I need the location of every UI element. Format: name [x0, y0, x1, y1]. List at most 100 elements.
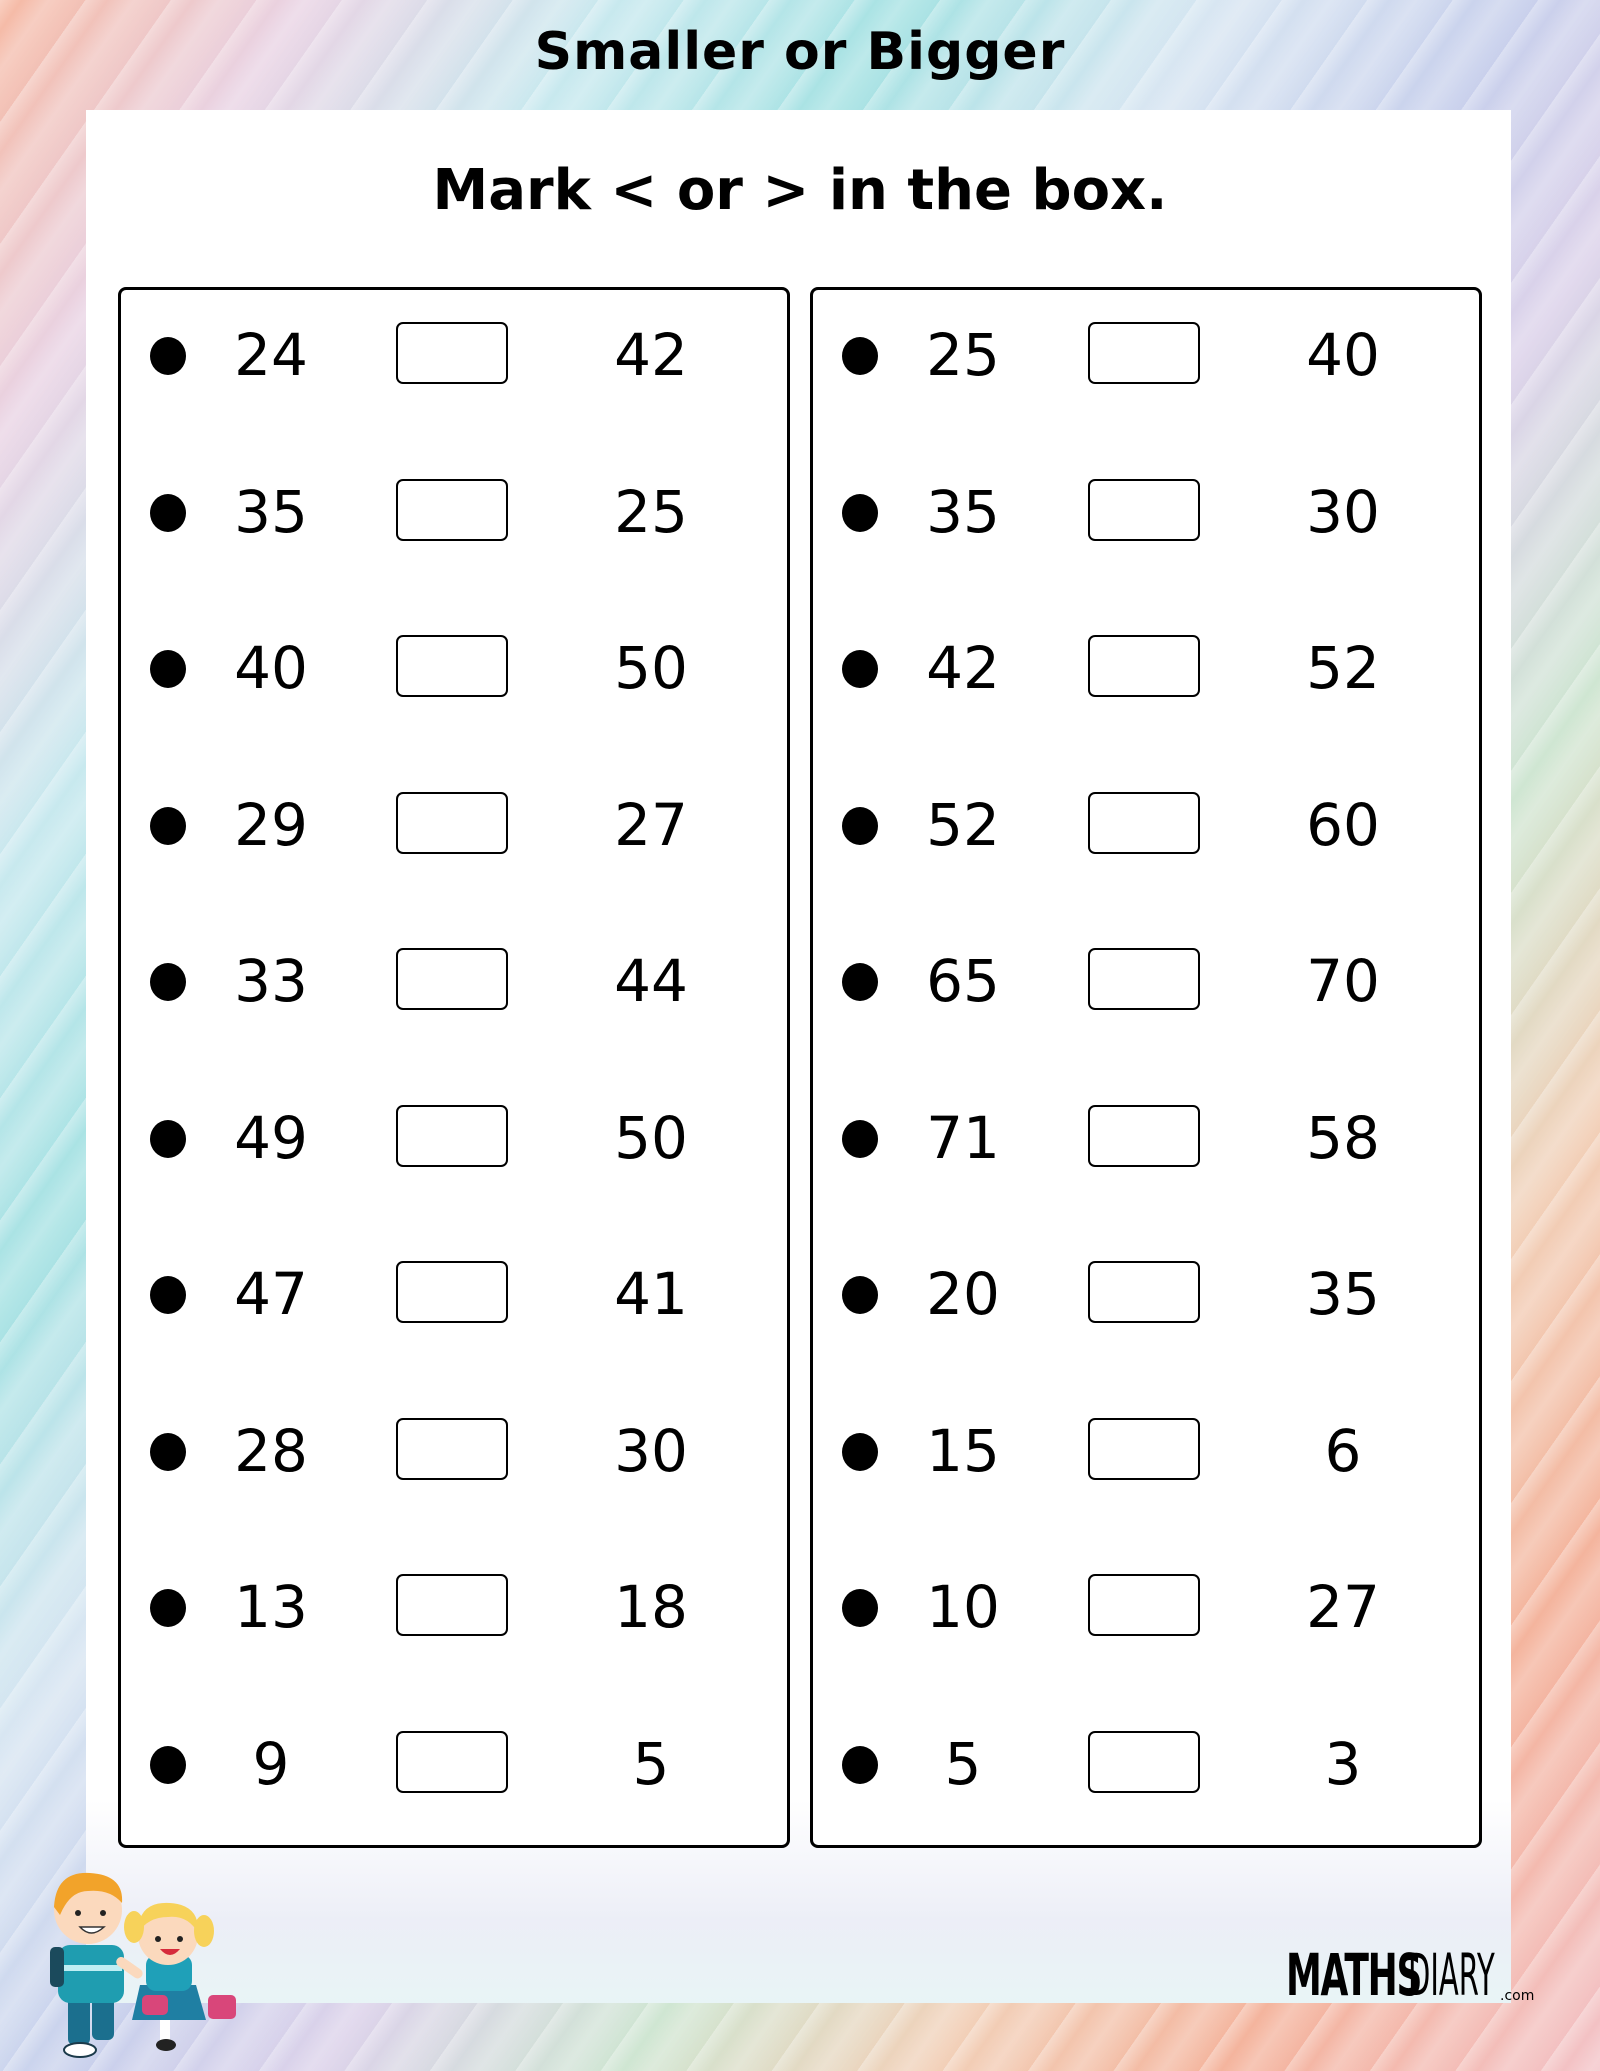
bullet-icon — [150, 1432, 186, 1471]
answer-box[interactable] — [396, 1417, 508, 1480]
answer-box[interactable] — [396, 1104, 508, 1167]
answer-box[interactable] — [396, 1261, 508, 1323]
answer-box[interactable] — [396, 1574, 508, 1636]
left-number: 29 — [234, 790, 308, 859]
problem-row: 33 44 — [121, 946, 787, 1016]
left-number: 24 — [234, 321, 308, 389]
problem-row: 10 27 — [813, 1572, 1479, 1642]
answer-box[interactable] — [396, 948, 508, 1010]
right-number: 50 — [614, 1103, 688, 1172]
problem-row: 42 52 — [813, 633, 1479, 703]
answer-box[interactable] — [396, 635, 508, 697]
answer-box[interactable] — [1088, 1574, 1200, 1636]
right-number: 30 — [614, 1416, 688, 1485]
left-number: 15 — [926, 1416, 1000, 1485]
left-number: 10 — [926, 1573, 1000, 1641]
left-number: 28 — [234, 1416, 308, 1485]
left-number: 35 — [926, 477, 1000, 546]
left-number: 33 — [234, 947, 308, 1015]
answer-box[interactable] — [1088, 322, 1200, 384]
answer-box[interactable] — [396, 322, 508, 384]
bullet-icon — [150, 1276, 186, 1314]
bullet-icon — [842, 493, 878, 532]
answer-box[interactable] — [1088, 635, 1200, 697]
bullet-icon — [150, 650, 186, 688]
bullet-icon — [842, 806, 878, 845]
logo-suffix: .com — [1500, 1988, 1535, 2004]
bullet-icon — [150, 493, 186, 532]
right-number: 30 — [1306, 477, 1380, 546]
problem-row: 29 27 — [121, 790, 787, 860]
right-number: 25 — [614, 477, 688, 546]
right-number: 40 — [1306, 321, 1380, 389]
left-number: 71 — [926, 1103, 1000, 1172]
bullet-icon — [842, 1276, 878, 1314]
boy-figure — [50, 1872, 143, 2058]
worksheet-title: Smaller or Bigger — [534, 22, 1066, 82]
answer-box[interactable] — [1088, 1261, 1200, 1323]
right-number: 58 — [1306, 1103, 1380, 1172]
left-problem-panel: 24 42 35 25 40 50 29 27 33 44 49 50 47 41 28 30 13 18 9 5 — [118, 287, 790, 1848]
problem-row: 47 41 — [121, 1259, 787, 1329]
right-number: 50 — [614, 634, 688, 702]
left-number: 65 — [926, 947, 1000, 1015]
answer-box[interactable] — [1088, 1730, 1200, 1793]
bullet-icon — [842, 963, 878, 1001]
bullet-icon — [842, 337, 878, 375]
right-number: 5 — [632, 1729, 670, 1798]
worksheet-instruction: Mark < or > in the box. — [432, 158, 1168, 223]
bullet-icon — [150, 337, 186, 375]
left-number: 47 — [234, 1260, 308, 1328]
left-number: 35 — [234, 477, 308, 546]
right-number: 60 — [1306, 790, 1380, 859]
left-number: 20 — [926, 1260, 1000, 1328]
right-number: 70 — [1306, 947, 1380, 1015]
answer-box[interactable] — [396, 478, 508, 541]
problem-row: 15 6 — [813, 1416, 1479, 1486]
answer-box[interactable] — [396, 791, 508, 854]
problem-row: 65 70 — [813, 946, 1479, 1016]
problem-row: 24 42 — [121, 320, 787, 390]
left-number: 13 — [234, 1573, 308, 1641]
mathsdiary-logo: MATHS DIARY .com — [1286, 1938, 1534, 2004]
left-number: 49 — [234, 1103, 308, 1172]
right-number: 3 — [1324, 1729, 1362, 1798]
logo-thin-text: DIARY — [1408, 1941, 1495, 2009]
bullet-icon — [842, 1589, 878, 1627]
problem-row: 95 — [121, 1729, 787, 1799]
bullet-icon — [842, 650, 878, 688]
problem-row: 52 60 — [813, 790, 1479, 860]
right-problem-panel: 25 40 35 30 42 52 52 60 65 70 71 58 20 35 15 6 10 27 5 3 — [810, 287, 1482, 1848]
answer-box[interactable] — [1088, 791, 1200, 854]
right-number: 44 — [614, 947, 688, 1015]
problem-row: 28 30 — [121, 1416, 787, 1486]
right-number: 52 — [1306, 634, 1380, 702]
right-number: 27 — [1306, 1573, 1380, 1641]
right-number: 6 — [1324, 1416, 1362, 1485]
answer-box[interactable] — [1088, 478, 1200, 541]
bullet-icon — [842, 1119, 878, 1158]
problem-row: 40 50 — [121, 633, 787, 703]
bullet-icon — [150, 1119, 186, 1158]
problem-row: 71 58 — [813, 1103, 1479, 1173]
left-number: 52 — [926, 790, 1000, 859]
left-number: 42 — [926, 634, 1000, 702]
answer-box[interactable] — [1088, 1417, 1200, 1480]
problem-row: 13 18 — [121, 1572, 787, 1642]
bullet-icon — [150, 1745, 186, 1784]
problem-row: 20 35 — [813, 1259, 1479, 1329]
bullet-icon — [842, 1432, 878, 1471]
right-number: 18 — [614, 1573, 688, 1641]
left-number: 25 — [926, 321, 1000, 389]
bullet-icon — [150, 963, 186, 1001]
answer-box[interactable] — [1088, 948, 1200, 1010]
left-number: 40 — [234, 634, 308, 702]
kids-illustration — [50, 1872, 236, 2058]
problem-row: 49 50 — [121, 1103, 787, 1173]
problem-row: 35 30 — [813, 477, 1479, 547]
answer-box[interactable] — [1088, 1104, 1200, 1167]
left-number: 5 — [944, 1729, 982, 1798]
answer-box[interactable] — [396, 1730, 508, 1793]
right-number: 41 — [614, 1260, 688, 1328]
right-number: 35 — [1306, 1260, 1380, 1328]
